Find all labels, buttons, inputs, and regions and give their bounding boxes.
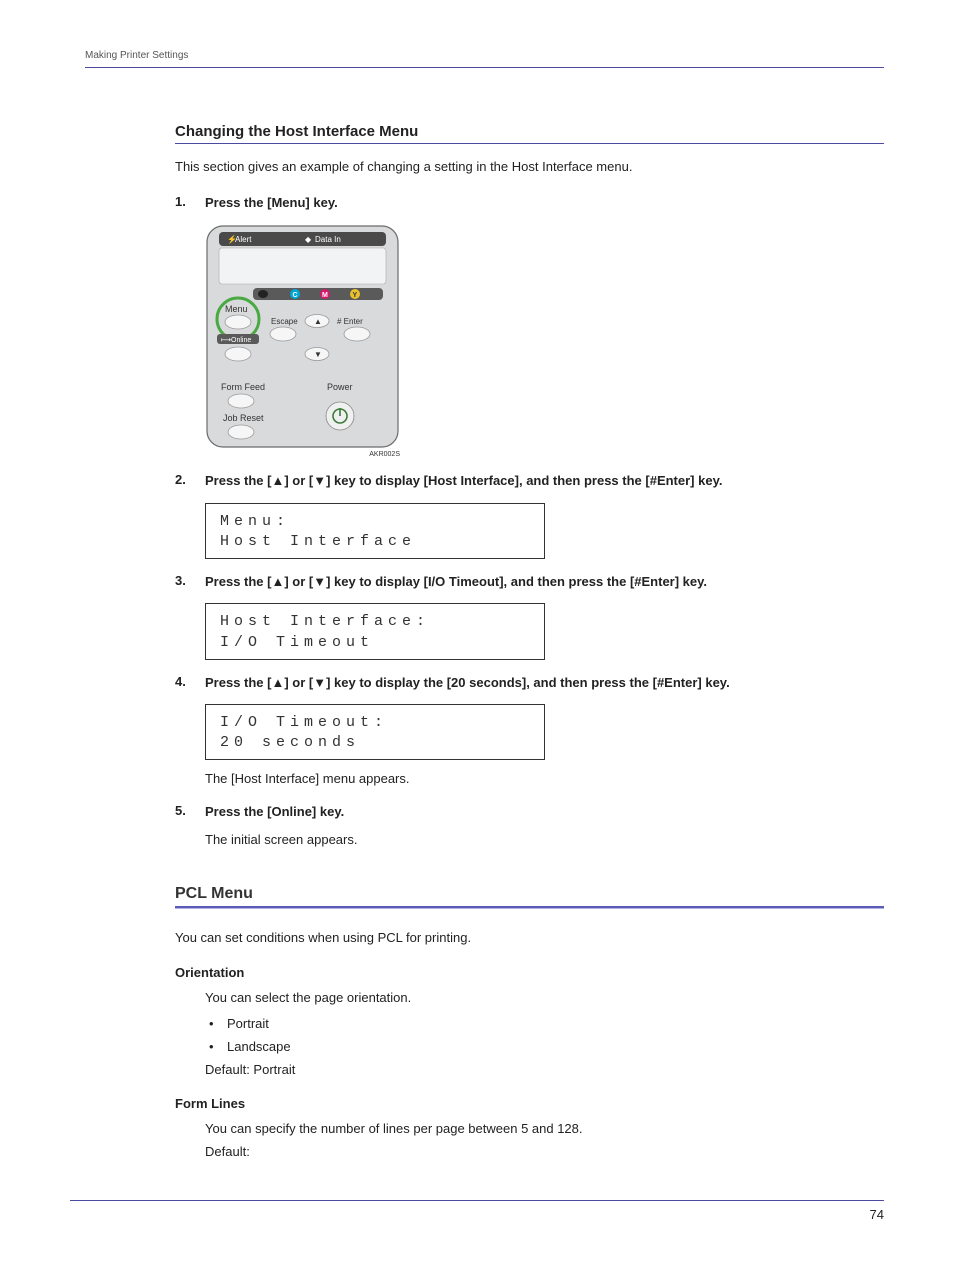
lcd-line-1: I/O Timeout: bbox=[220, 713, 530, 733]
step-num: 2. bbox=[175, 472, 186, 487]
svg-text:◆: ◆ bbox=[305, 235, 312, 244]
section-title-host-interface: Changing the Host Interface Menu bbox=[175, 123, 884, 140]
setting-default: Default: bbox=[205, 1140, 884, 1163]
lcd-line-1: Menu: bbox=[220, 512, 530, 532]
lcd-display: Menu: Host Interface bbox=[205, 503, 545, 560]
option-landscape: Landscape bbox=[205, 1035, 884, 1058]
step-4: 4. Press the [▲] or [▼] key to display t… bbox=[175, 674, 884, 789]
step-2: 2. Press the [▲] or [▼] key to display [… bbox=[175, 472, 884, 559]
svg-text:Power: Power bbox=[327, 382, 353, 392]
section-rule bbox=[175, 143, 884, 144]
header-rule bbox=[85, 67, 884, 68]
step-label: Press the [▲] or [▼] key to display [Hos… bbox=[205, 473, 722, 488]
svg-text:Menu: Menu bbox=[225, 304, 248, 314]
printer-control-panel: ⚡ Alert ◆ Data In C M Y bbox=[205, 224, 400, 458]
setting-form-lines: Form Lines bbox=[175, 1096, 884, 1111]
lcd-line-2: 20 seconds bbox=[220, 733, 530, 753]
svg-text:▲: ▲ bbox=[314, 317, 322, 326]
breadcrumb: Making Printer Settings bbox=[85, 50, 884, 61]
section-intro: This section gives an example of changin… bbox=[175, 158, 884, 176]
svg-text:# Enter: # Enter bbox=[337, 317, 363, 326]
step-num: 1. bbox=[175, 194, 186, 209]
data-in-label: Data In bbox=[315, 235, 341, 244]
step-label: Press the [▲] or [▼] key to display the … bbox=[205, 675, 730, 690]
svg-text:Y: Y bbox=[353, 292, 358, 299]
lcd-line-1: Host Interface: bbox=[220, 612, 530, 632]
step-num: 3. bbox=[175, 573, 186, 588]
setting-orientation: Orientation bbox=[175, 965, 884, 980]
step-label: Press the [▲] or [▼] key to display [I/O… bbox=[205, 574, 707, 589]
svg-text:C: C bbox=[293, 292, 298, 299]
svg-text:▼: ▼ bbox=[314, 350, 322, 359]
lcd-line-2: Host Interface bbox=[220, 532, 530, 552]
svg-text:Form Feed: Form Feed bbox=[221, 382, 265, 392]
footer-rule bbox=[70, 1200, 884, 1201]
svg-text:Escape: Escape bbox=[271, 317, 298, 326]
step-5: 5. Press the [Online] key. The initial s… bbox=[175, 803, 884, 849]
step-3: 3. Press the [▲] or [▼] key to display [… bbox=[175, 573, 884, 660]
svg-text:⟼Online: ⟼Online bbox=[221, 337, 251, 344]
step-label: Press the [Menu] key. bbox=[205, 195, 338, 210]
step-label: Press the [Online] key. bbox=[205, 804, 344, 819]
lcd-display: I/O Timeout: 20 seconds bbox=[205, 704, 545, 761]
section-title-pcl-menu: PCL Menu bbox=[175, 885, 884, 903]
section-rule bbox=[175, 906, 884, 909]
lcd-display: Host Interface: I/O Timeout bbox=[205, 603, 545, 660]
alert-label: Alert bbox=[235, 235, 252, 244]
step-after-text: The initial screen appears. bbox=[205, 831, 884, 849]
panel-code: AKR002S bbox=[205, 451, 400, 458]
svg-text:M: M bbox=[322, 292, 328, 299]
page-number: 74 bbox=[70, 1207, 884, 1222]
setting-desc: You can select the page orientation. bbox=[205, 986, 884, 1009]
step-num: 4. bbox=[175, 674, 186, 689]
setting-default: Default: Portrait bbox=[205, 1058, 884, 1081]
option-portrait: Portrait bbox=[205, 1012, 884, 1035]
lcd-line-2: I/O Timeout bbox=[220, 633, 530, 653]
section2-intro: You can set conditions when using PCL fo… bbox=[175, 929, 884, 947]
step-after-text: The [Host Interface] menu appears. bbox=[205, 770, 884, 788]
setting-desc: You can specify the number of lines per … bbox=[205, 1117, 884, 1140]
step-num: 5. bbox=[175, 803, 186, 818]
svg-text:Job Reset: Job Reset bbox=[223, 413, 264, 423]
step-1: 1. Press the [Menu] key. ⚡ Alert ◆ Data … bbox=[175, 194, 884, 458]
setting-options: Portrait Landscape bbox=[205, 1012, 884, 1059]
